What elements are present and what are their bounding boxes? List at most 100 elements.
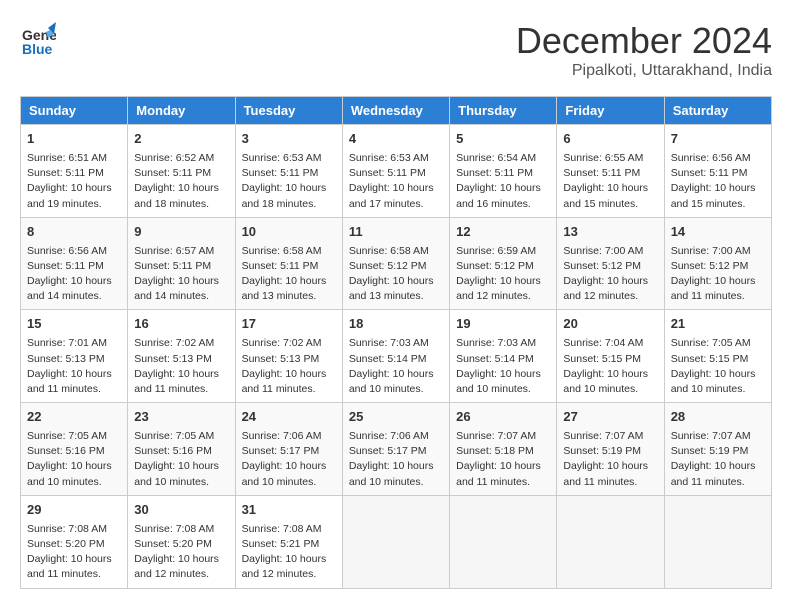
day-number: 23 bbox=[134, 408, 228, 427]
calendar-week-row: 15 Sunrise: 7:01 AM Sunset: 5:13 PM Dayl… bbox=[21, 310, 772, 403]
page-header: General Blue December 2024 Pipalkoti, Ut… bbox=[20, 20, 772, 80]
table-row: 23 Sunrise: 7:05 AM Sunset: 5:16 PM Dayl… bbox=[128, 403, 235, 496]
day-number: 20 bbox=[563, 315, 657, 334]
sunset-text: Sunset: 5:13 PM bbox=[134, 353, 212, 365]
table-row: 3 Sunrise: 6:53 AM Sunset: 5:11 PM Dayli… bbox=[235, 125, 342, 218]
daylight-text: Daylight: 10 hours and 11 minutes. bbox=[242, 368, 327, 395]
table-row: 29 Sunrise: 7:08 AM Sunset: 5:20 PM Dayl… bbox=[21, 495, 128, 588]
daylight-text: Daylight: 10 hours and 11 minutes. bbox=[27, 368, 112, 395]
sunrise-text: Sunrise: 6:53 AM bbox=[242, 152, 322, 164]
sunset-text: Sunset: 5:13 PM bbox=[27, 353, 105, 365]
table-row: 28 Sunrise: 7:07 AM Sunset: 5:19 PM Dayl… bbox=[664, 403, 771, 496]
table-row: 19 Sunrise: 7:03 AM Sunset: 5:14 PM Dayl… bbox=[450, 310, 557, 403]
daylight-text: Daylight: 10 hours and 10 minutes. bbox=[563, 368, 648, 395]
day-number: 30 bbox=[134, 501, 228, 520]
sunrise-text: Sunrise: 6:55 AM bbox=[563, 152, 643, 164]
sunrise-text: Sunrise: 7:00 AM bbox=[671, 245, 751, 257]
daylight-text: Daylight: 10 hours and 10 minutes. bbox=[671, 368, 756, 395]
table-row: 15 Sunrise: 7:01 AM Sunset: 5:13 PM Dayl… bbox=[21, 310, 128, 403]
sunrise-text: Sunrise: 6:56 AM bbox=[671, 152, 751, 164]
month-title: December 2024 bbox=[516, 20, 772, 62]
table-row: 8 Sunrise: 6:56 AM Sunset: 5:11 PM Dayli… bbox=[21, 217, 128, 310]
daylight-text: Daylight: 10 hours and 10 minutes. bbox=[349, 368, 434, 395]
svg-text:Blue: Blue bbox=[22, 41, 53, 56]
day-number: 10 bbox=[242, 223, 336, 242]
sunrise-text: Sunrise: 7:03 AM bbox=[456, 337, 536, 349]
table-row: 13 Sunrise: 7:00 AM Sunset: 5:12 PM Dayl… bbox=[557, 217, 664, 310]
day-number: 17 bbox=[242, 315, 336, 334]
calendar-week-row: 1 Sunrise: 6:51 AM Sunset: 5:11 PM Dayli… bbox=[21, 125, 772, 218]
sunset-text: Sunset: 5:18 PM bbox=[456, 445, 534, 457]
day-number: 6 bbox=[563, 130, 657, 149]
day-number: 27 bbox=[563, 408, 657, 427]
daylight-text: Daylight: 10 hours and 11 minutes. bbox=[134, 368, 219, 395]
title-section: December 2024 Pipalkoti, Uttarakhand, In… bbox=[516, 20, 772, 80]
day-number: 2 bbox=[134, 130, 228, 149]
header-friday: Friday bbox=[557, 97, 664, 125]
sunset-text: Sunset: 5:17 PM bbox=[349, 445, 427, 457]
sunrise-text: Sunrise: 6:58 AM bbox=[242, 245, 322, 257]
daylight-text: Daylight: 10 hours and 10 minutes. bbox=[134, 460, 219, 487]
sunset-text: Sunset: 5:11 PM bbox=[671, 167, 748, 179]
sunset-text: Sunset: 5:12 PM bbox=[563, 260, 641, 272]
daylight-text: Daylight: 10 hours and 13 minutes. bbox=[349, 275, 434, 302]
sunrise-text: Sunrise: 7:04 AM bbox=[563, 337, 643, 349]
table-row: 22 Sunrise: 7:05 AM Sunset: 5:16 PM Dayl… bbox=[21, 403, 128, 496]
sunset-text: Sunset: 5:11 PM bbox=[134, 167, 211, 179]
sunrise-text: Sunrise: 7:05 AM bbox=[671, 337, 751, 349]
calendar-week-row: 22 Sunrise: 7:05 AM Sunset: 5:16 PM Dayl… bbox=[21, 403, 772, 496]
table-row bbox=[342, 495, 449, 588]
table-row: 4 Sunrise: 6:53 AM Sunset: 5:11 PM Dayli… bbox=[342, 125, 449, 218]
day-number: 19 bbox=[456, 315, 550, 334]
sunset-text: Sunset: 5:19 PM bbox=[671, 445, 749, 457]
sunrise-text: Sunrise: 6:56 AM bbox=[27, 245, 107, 257]
day-number: 9 bbox=[134, 223, 228, 242]
table-row bbox=[557, 495, 664, 588]
daylight-text: Daylight: 10 hours and 18 minutes. bbox=[134, 182, 219, 209]
sunset-text: Sunset: 5:15 PM bbox=[671, 353, 749, 365]
sunset-text: Sunset: 5:11 PM bbox=[242, 260, 319, 272]
day-number: 13 bbox=[563, 223, 657, 242]
sunrise-text: Sunrise: 7:06 AM bbox=[349, 430, 429, 442]
day-number: 8 bbox=[27, 223, 121, 242]
day-number: 7 bbox=[671, 130, 765, 149]
table-row: 17 Sunrise: 7:02 AM Sunset: 5:13 PM Dayl… bbox=[235, 310, 342, 403]
daylight-text: Daylight: 10 hours and 14 minutes. bbox=[134, 275, 219, 302]
day-number: 25 bbox=[349, 408, 443, 427]
table-row: 16 Sunrise: 7:02 AM Sunset: 5:13 PM Dayl… bbox=[128, 310, 235, 403]
sunrise-text: Sunrise: 7:07 AM bbox=[671, 430, 751, 442]
day-number: 31 bbox=[242, 501, 336, 520]
day-number: 12 bbox=[456, 223, 550, 242]
daylight-text: Daylight: 10 hours and 10 minutes. bbox=[349, 460, 434, 487]
day-number: 24 bbox=[242, 408, 336, 427]
table-row: 18 Sunrise: 7:03 AM Sunset: 5:14 PM Dayl… bbox=[342, 310, 449, 403]
sunset-text: Sunset: 5:21 PM bbox=[242, 538, 320, 550]
daylight-text: Daylight: 10 hours and 12 minutes. bbox=[563, 275, 648, 302]
daylight-text: Daylight: 10 hours and 12 minutes. bbox=[456, 275, 541, 302]
table-row: 20 Sunrise: 7:04 AM Sunset: 5:15 PM Dayl… bbox=[557, 310, 664, 403]
table-row: 5 Sunrise: 6:54 AM Sunset: 5:11 PM Dayli… bbox=[450, 125, 557, 218]
sunrise-text: Sunrise: 7:02 AM bbox=[134, 337, 214, 349]
daylight-text: Daylight: 10 hours and 17 minutes. bbox=[349, 182, 434, 209]
sunset-text: Sunset: 5:11 PM bbox=[27, 260, 104, 272]
sunset-text: Sunset: 5:11 PM bbox=[27, 167, 104, 179]
daylight-text: Daylight: 10 hours and 10 minutes. bbox=[456, 368, 541, 395]
sunrise-text: Sunrise: 7:08 AM bbox=[134, 523, 214, 535]
table-row: 21 Sunrise: 7:05 AM Sunset: 5:15 PM Dayl… bbox=[664, 310, 771, 403]
day-number: 22 bbox=[27, 408, 121, 427]
table-row: 6 Sunrise: 6:55 AM Sunset: 5:11 PM Dayli… bbox=[557, 125, 664, 218]
sunset-text: Sunset: 5:15 PM bbox=[563, 353, 641, 365]
sunrise-text: Sunrise: 6:57 AM bbox=[134, 245, 214, 257]
table-row: 30 Sunrise: 7:08 AM Sunset: 5:20 PM Dayl… bbox=[128, 495, 235, 588]
sunrise-text: Sunrise: 7:01 AM bbox=[27, 337, 107, 349]
table-row: 1 Sunrise: 6:51 AM Sunset: 5:11 PM Dayli… bbox=[21, 125, 128, 218]
sunset-text: Sunset: 5:20 PM bbox=[134, 538, 212, 550]
daylight-text: Daylight: 10 hours and 11 minutes. bbox=[563, 460, 648, 487]
sunset-text: Sunset: 5:16 PM bbox=[134, 445, 212, 457]
table-row: 12 Sunrise: 6:59 AM Sunset: 5:12 PM Dayl… bbox=[450, 217, 557, 310]
day-number: 4 bbox=[349, 130, 443, 149]
day-number: 3 bbox=[242, 130, 336, 149]
table-row: 31 Sunrise: 7:08 AM Sunset: 5:21 PM Dayl… bbox=[235, 495, 342, 588]
table-row: 25 Sunrise: 7:06 AM Sunset: 5:17 PM Dayl… bbox=[342, 403, 449, 496]
daylight-text: Daylight: 10 hours and 12 minutes. bbox=[242, 553, 327, 580]
